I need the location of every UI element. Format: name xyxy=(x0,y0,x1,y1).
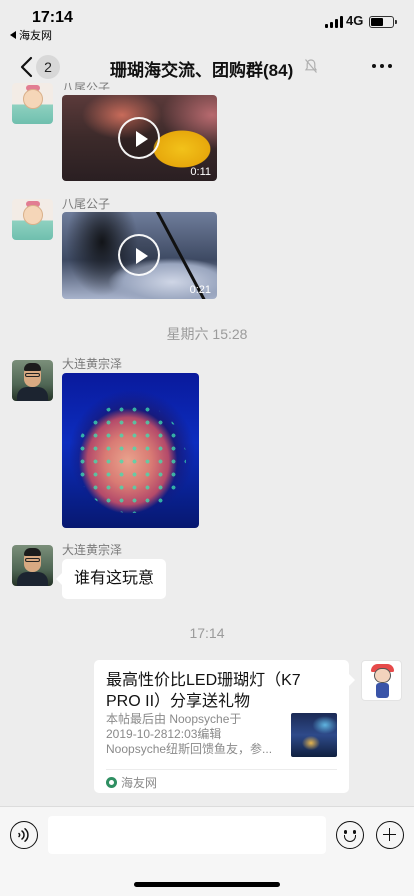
status-time: 17:14 xyxy=(32,9,73,26)
voice-button[interactable] xyxy=(10,821,38,849)
voice-icon xyxy=(18,828,29,842)
bell-slash-icon xyxy=(304,59,318,73)
avatar[interactable] xyxy=(12,360,53,401)
video-duration: 0:11 xyxy=(190,166,211,178)
network-type: 4G xyxy=(346,13,364,28)
link-desc-line: Noopsyche纽斯回馈鱼友，参... xyxy=(106,742,273,756)
home-indicator[interactable] xyxy=(134,882,280,887)
link-source-label: 海友网 xyxy=(121,776,158,790)
back-to-app-link[interactable]: 海友网 xyxy=(10,27,52,43)
link-desc-line: 2019-10-2812:03编辑 xyxy=(106,727,222,741)
emoji-icon xyxy=(344,830,347,834)
link-desc-line: 本帖最后由 Noopsyche于 xyxy=(106,712,242,726)
sender-name: 八尾公子 xyxy=(62,197,111,211)
battery-icon xyxy=(369,16,397,28)
chat-title: 珊瑚海交流、团购群(84) xyxy=(110,61,294,80)
text-message[interactable]: 谁有这玩意 xyxy=(55,559,167,599)
video-message[interactable]: 0:11 xyxy=(62,95,217,181)
dot xyxy=(388,64,392,68)
chat-timestamp: 星期六 15:28 xyxy=(166,326,248,342)
link-title-line: PRO II）分享送礼物 xyxy=(106,693,251,710)
avatar[interactable] xyxy=(12,83,53,124)
emoji-icon xyxy=(353,830,356,834)
emoji-icon xyxy=(344,835,356,842)
link-thumbnail xyxy=(291,713,337,757)
plus-button[interactable] xyxy=(376,821,404,849)
sender-name: 大连黄宗泽 xyxy=(62,543,123,557)
link-description: 本帖最后由 Noopsyche于 2019-10-2812:03编辑 Noops… xyxy=(106,712,286,757)
play-icon[interactable] xyxy=(118,234,160,276)
more-button[interactable] xyxy=(370,58,394,74)
battery-level xyxy=(371,18,383,26)
dot xyxy=(372,64,376,68)
status-bar: 17:14 海友网 4G xyxy=(0,0,414,44)
link-title: 最高性价比LED珊瑚灯（K7 PRO II）分享送礼物 xyxy=(106,670,340,712)
link-source: 海友网 xyxy=(106,774,157,791)
video-duration: 0:21 xyxy=(189,284,211,296)
image-content xyxy=(76,403,186,513)
link-title-line: 最高性价比LED珊瑚灯（K7 xyxy=(106,672,301,689)
back-triangle-icon xyxy=(10,31,16,39)
chat-timestamp: 17:14 xyxy=(189,625,225,641)
dot xyxy=(380,64,384,68)
message-input[interactable] xyxy=(48,816,326,854)
source-app-icon xyxy=(106,777,117,788)
unread-badge[interactable]: 2 xyxy=(36,55,60,79)
video-message[interactable]: 0:21 xyxy=(62,212,217,299)
divider xyxy=(106,769,337,770)
sender-name: 大连黄宗泽 xyxy=(62,357,123,371)
sender-name: 八尾公子 xyxy=(62,81,111,90)
play-icon[interactable] xyxy=(118,117,160,159)
avatar[interactable] xyxy=(12,199,53,240)
signal-icon xyxy=(325,16,343,28)
avatar[interactable] xyxy=(12,545,53,586)
emoji-button[interactable] xyxy=(336,821,364,849)
back-app-label: 海友网 xyxy=(19,30,52,42)
link-card-message[interactable]: 最高性价比LED珊瑚灯（K7 PRO II）分享送礼物 本帖最后由 Noopsy… xyxy=(94,660,355,793)
avatar[interactable] xyxy=(361,660,402,701)
image-message[interactable] xyxy=(62,373,199,528)
